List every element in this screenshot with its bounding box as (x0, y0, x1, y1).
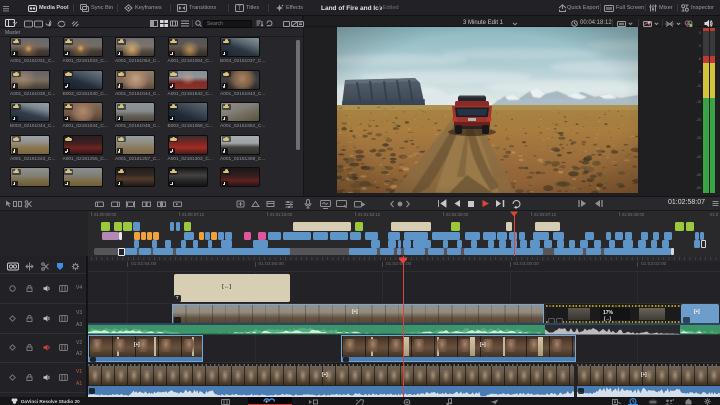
svg-text:T: T (238, 6, 242, 12)
